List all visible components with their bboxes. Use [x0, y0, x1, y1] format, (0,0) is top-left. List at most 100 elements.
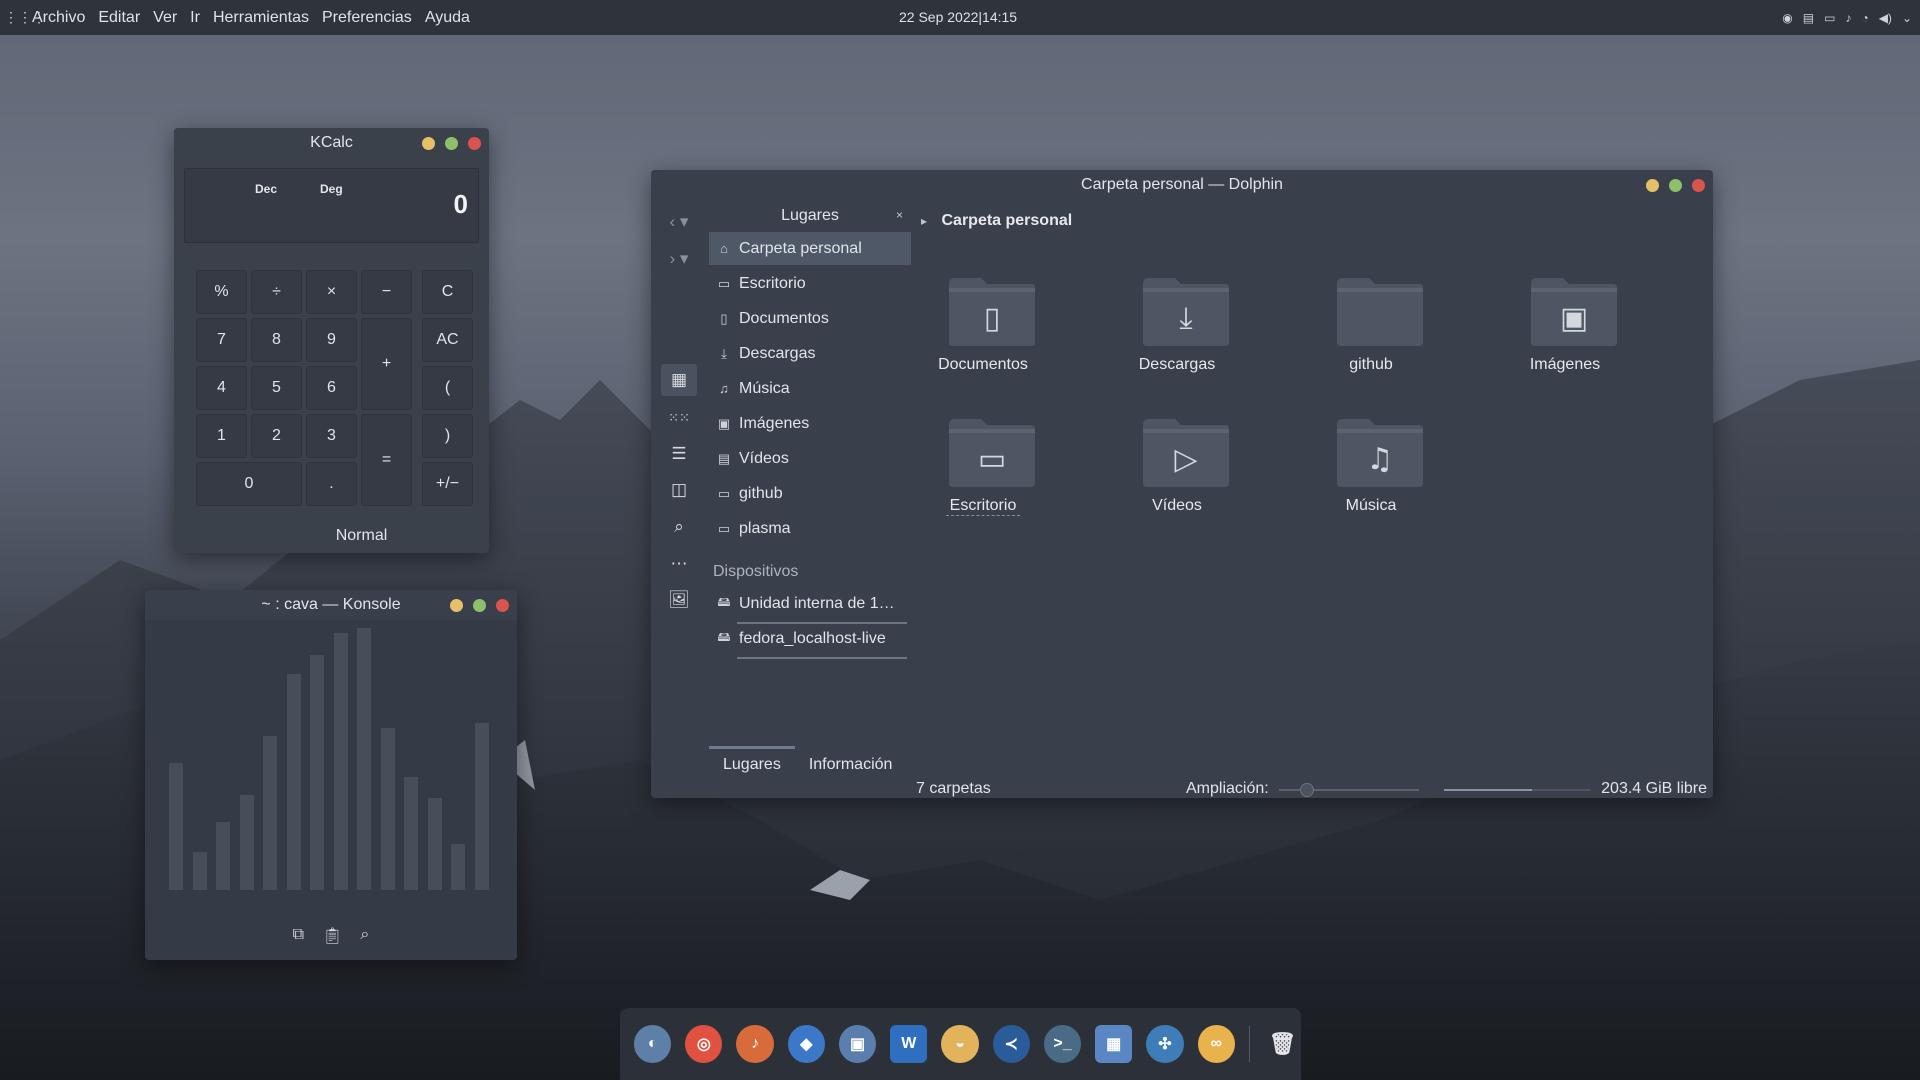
battery-icon[interactable]: ▭ — [1824, 11, 1835, 25]
wifi-icon[interactable]: ◔ — [1861, 11, 1868, 25]
digit-8-button[interactable]: 8 — [251, 318, 302, 362]
terminal-dock-icon[interactable]: >_ — [1043, 1025, 1082, 1063]
preview-icon[interactable]: 🖼︎ — [661, 584, 697, 616]
folder-videos[interactable]: ▷ Vídeos — [1107, 417, 1247, 527]
plus-button[interactable]: + — [361, 318, 412, 410]
maximize-button[interactable] — [445, 137, 458, 150]
compact-view-icon[interactable]: ⁙⁙ — [661, 402, 697, 434]
digit-1-button[interactable]: 1 — [196, 414, 247, 458]
forward-icon[interactable]: › ▾ — [661, 243, 697, 275]
folder-github[interactable]: github — [1301, 276, 1441, 386]
place-carpeta-personal[interactable]: ⌂ Carpeta personal — [709, 232, 911, 265]
zoom-slider[interactable] — [1279, 783, 1419, 797]
place-plasma[interactable]: ▭ plasma — [709, 512, 911, 545]
menu-ayuda[interactable]: Ayuda — [425, 9, 470, 27]
folder-imagenes[interactable]: ▣ Imágenes — [1495, 276, 1635, 386]
close-icon[interactable]: × — [896, 208, 903, 222]
writer-dock-icon[interactable]: W — [890, 1025, 928, 1063]
maximize-button[interactable] — [473, 599, 486, 612]
chromium-dock-icon[interactable]: ◎ — [685, 1025, 723, 1063]
decimal-button[interactable]: . — [306, 462, 357, 506]
folder-documentos[interactable]: ▯ Documentos — [913, 276, 1053, 386]
minus-button[interactable]: − — [361, 270, 412, 314]
trash-icon[interactable]: 🗑︎ — [1264, 1025, 1301, 1063]
place-imagenes[interactable]: ▣ Imágenes — [709, 407, 911, 440]
clock[interactable]: 22 Sep 2022|14:15 — [899, 9, 1017, 25]
icons-view-icon[interactable]: ▦ — [661, 364, 697, 396]
microphone-icon[interactable]: ♪ — [1845, 11, 1851, 25]
search-icon[interactable]: ⌕ — [661, 511, 697, 543]
details-view-icon[interactable]: ☰ — [661, 438, 697, 470]
digit-2-button[interactable]: 2 — [251, 414, 302, 458]
menu-editar[interactable]: Editar — [98, 9, 140, 27]
kcalc-titlebar[interactable]: KCalc — [174, 128, 489, 158]
split-view-icon[interactable]: ◫ — [661, 474, 697, 506]
close-button[interactable] — [468, 137, 481, 150]
multiply-button[interactable]: × — [306, 270, 357, 314]
digit-9-button[interactable]: 9 — [306, 318, 357, 362]
all-clear-button[interactable]: AC — [422, 318, 473, 362]
cava-bar — [451, 844, 465, 890]
menu-ir[interactable]: Ir — [190, 9, 200, 27]
menu-ver[interactable]: Ver — [153, 9, 177, 27]
equals-button[interactable]: = — [361, 414, 412, 506]
app-launcher-icon[interactable]: ⋮⋮⋮ — [4, 9, 46, 26]
close-button[interactable] — [496, 599, 509, 612]
minimize-button[interactable] — [450, 599, 463, 612]
vscode-dock-icon[interactable]: ≺ — [992, 1025, 1030, 1063]
dolphin-dock-icon[interactable]: ◐ — [634, 1025, 672, 1063]
back-icon[interactable]: ‹ ▾ — [661, 206, 697, 238]
digit-0-button[interactable]: 0 — [196, 462, 302, 506]
device-fedora-live[interactable]: 🖴︎ fedora_localhost-live — [709, 622, 911, 655]
volume-icon[interactable]: ◀) — [1879, 11, 1892, 25]
digit-3-button[interactable]: 3 — [306, 414, 357, 458]
tray-expand-icon[interactable]: ⌄ — [1902, 11, 1912, 25]
percent-button[interactable]: % — [196, 270, 247, 314]
folder-musica[interactable]: ♫ Música — [1301, 417, 1441, 527]
audio-player-dock-icon[interactable]: ♪ — [736, 1025, 774, 1063]
clipboard-icon[interactable]: ▤ — [1803, 11, 1814, 25]
minimize-button[interactable] — [422, 137, 435, 150]
desktop-icon: ▭ — [717, 275, 731, 291]
kde-connect-dock-icon[interactable]: ✣ — [1146, 1025, 1184, 1063]
place-descargas[interactable]: ⤓ Descargas — [709, 337, 911, 370]
discover-dock-icon[interactable]: ▣ — [838, 1025, 877, 1063]
more-options-icon[interactable]: ⋯ — [661, 548, 697, 580]
paste-icon[interactable]: 📋︎ — [322, 926, 342, 946]
digit-6-button[interactable]: 6 — [306, 366, 357, 410]
calculator-dock-icon[interactable]: ▦ — [1095, 1025, 1133, 1063]
close-paren-button[interactable]: ) — [422, 414, 473, 458]
konsole-titlebar[interactable]: ~ : cava — Konsole — [145, 590, 517, 620]
menu-preferencias[interactable]: Preferencias — [322, 9, 412, 27]
device-internal-drive[interactable]: 🖴︎ Unidad interna de 1… — [709, 587, 911, 620]
sign-button[interactable]: +/− — [422, 462, 473, 506]
breadcrumb[interactable]: ▸ Carpeta personal — [921, 212, 1072, 230]
copy-icon[interactable]: ⧉ — [293, 926, 304, 946]
digit-4-button[interactable]: 4 — [196, 366, 247, 410]
settings-dock-icon[interactable]: ◆ — [787, 1025, 825, 1063]
menu-herramientas[interactable]: Herramientas — [213, 9, 309, 27]
close-button[interactable] — [1692, 179, 1705, 192]
web-app-dock-icon[interactable]: ∞ — [1197, 1025, 1235, 1063]
digit-5-button[interactable]: 5 — [251, 366, 302, 410]
calc-mode[interactable]: Normal — [174, 527, 489, 545]
search-icon[interactable]: ⌕ — [360, 926, 369, 946]
menu-archivo[interactable]: Archivo — [32, 9, 85, 27]
dolphin-titlebar[interactable]: Carpeta personal — Dolphin — [651, 170, 1713, 200]
folder-escritorio[interactable]: ▭ Escritorio — [913, 417, 1053, 527]
digit-7-button[interactable]: 7 — [196, 318, 247, 362]
zoom-slider-handle[interactable] — [1300, 783, 1314, 797]
media-player-icon[interactable]: ◉ — [1782, 11, 1792, 25]
image-viewer-dock-icon[interactable]: ◒ — [941, 1025, 979, 1063]
place-videos[interactable]: ▤ Vídeos — [709, 442, 911, 475]
minimize-button[interactable] — [1646, 179, 1659, 192]
folder-descargas[interactable]: ⤓ Descargas — [1107, 276, 1247, 386]
place-github[interactable]: ▭ github — [709, 477, 911, 510]
place-documentos[interactable]: ▯ Documentos — [709, 302, 911, 335]
clear-button[interactable]: C — [422, 270, 473, 314]
maximize-button[interactable] — [1669, 179, 1682, 192]
place-musica[interactable]: ♫ Música — [709, 372, 911, 405]
divide-button[interactable]: ÷ — [251, 270, 302, 314]
place-escritorio[interactable]: ▭ Escritorio — [709, 267, 911, 300]
open-paren-button[interactable]: ( — [422, 366, 473, 410]
